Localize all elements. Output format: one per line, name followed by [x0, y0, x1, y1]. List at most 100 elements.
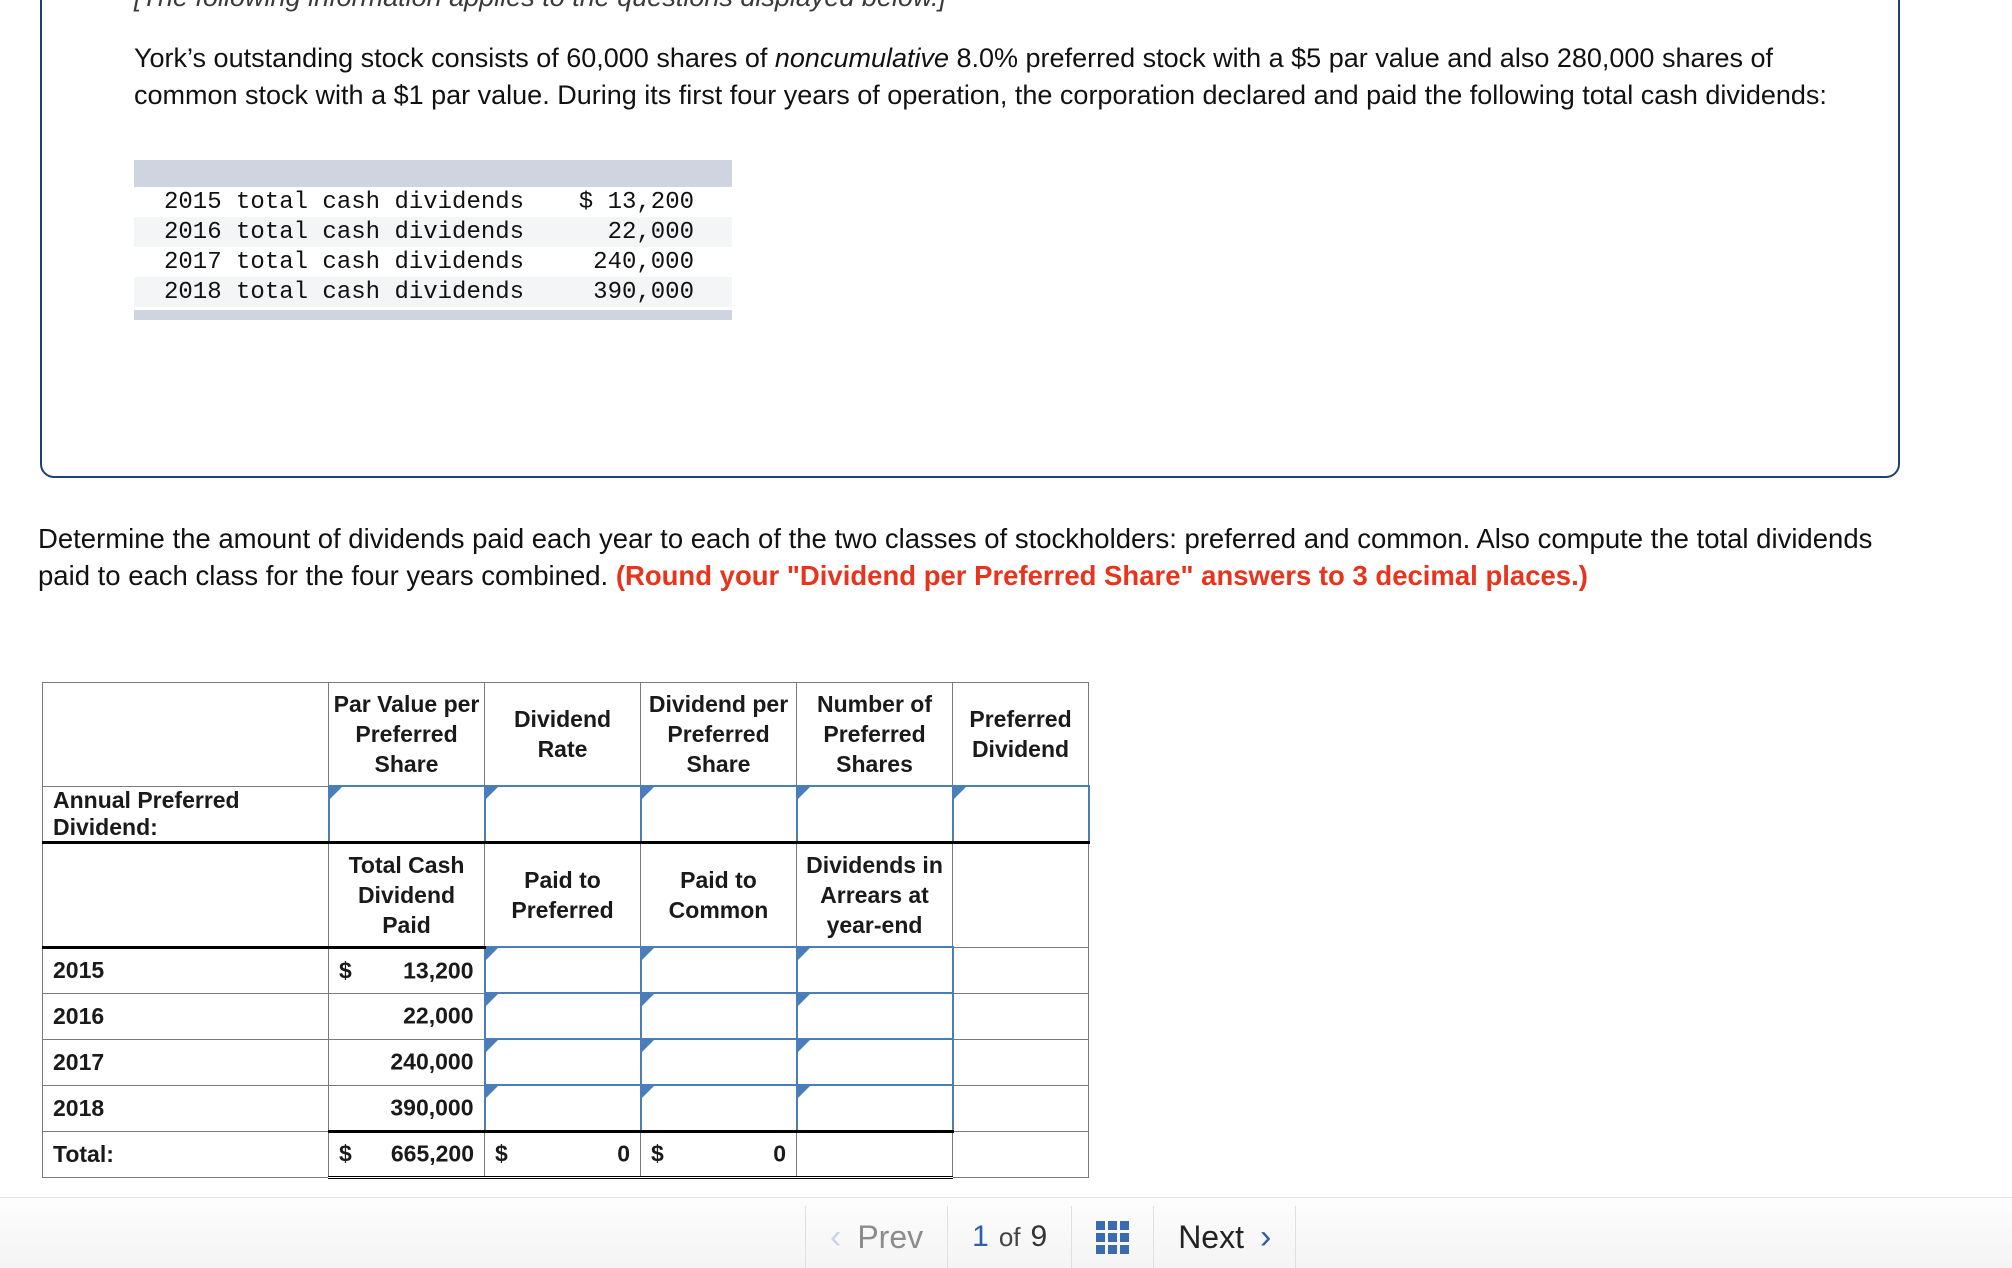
- input-arrears-2015[interactable]: [795, 946, 954, 994]
- input-paid-to-common-2016[interactable]: [639, 992, 798, 1040]
- dividend-row: 2018 total cash dividends 390,000: [134, 277, 732, 307]
- input-annual-dividend-rate[interactable]: [483, 785, 642, 843]
- input-annual-dividend-per-share[interactable]: [639, 785, 798, 843]
- dividend-row-value: 390,000: [593, 278, 694, 306]
- info-panel: [The following information applies to th…: [40, 0, 1900, 478]
- dividend-row-value: $ 13,200: [578, 188, 694, 216]
- header-preferred-dividend: Preferred Dividend: [952, 682, 1089, 787]
- dividend-row-value: 22,000: [607, 218, 694, 246]
- total-paid-to-common: $ 0: [640, 1129, 797, 1179]
- total-arrears: [796, 1129, 953, 1179]
- input-arrears-2016[interactable]: [795, 992, 954, 1040]
- input-paid-to-common-2015[interactable]: [639, 946, 798, 994]
- dividend-row-label: 2015 total cash dividends: [164, 188, 525, 216]
- dividend-row-label: 2016 total cash dividends: [164, 218, 525, 246]
- annual-preferred-dividend-row: Annual Preferred Dividend:: [42, 785, 1090, 843]
- input-arrears-2017[interactable]: [795, 1038, 954, 1086]
- table-cap-bottom: [134, 310, 732, 320]
- currency-symbol: $: [339, 957, 352, 983]
- prev-label: Prev: [857, 1218, 924, 1255]
- dividend-row-label: 2018 total cash dividends: [164, 278, 525, 306]
- spacer-cell-2015: [952, 946, 1089, 994]
- input-annual-par-value[interactable]: [327, 785, 486, 843]
- year-label-2018: 2018: [42, 1084, 329, 1132]
- currency-symbol: $: [339, 1140, 352, 1167]
- spacer-cell-total: [952, 1130, 1089, 1178]
- of-label: of: [998, 1222, 1021, 1252]
- amount-value: 13,200: [403, 957, 474, 983]
- annual-preferred-dividend-label: Annual Preferred Dividend:: [42, 785, 329, 843]
- header-dividend-per-preferred-share: Dividend per Preferred Share: [640, 682, 797, 787]
- total-pages-number: 9: [1030, 1220, 1048, 1253]
- dividend-row: 2015 total cash dividends $ 13,200: [134, 187, 732, 217]
- header-par-value-per-preferred-share: Par Value per Preferred Share: [328, 682, 485, 787]
- next-button[interactable]: Next ›: [1153, 1206, 1297, 1268]
- spacer-cell-2017: [952, 1038, 1089, 1086]
- header-paid-to-common: Paid to Common: [640, 840, 797, 948]
- input-arrears-2018[interactable]: [795, 1084, 954, 1132]
- table-total-row: Total: $ 665,200 $ 0 $ 0: [42, 1129, 1089, 1179]
- currency-symbol: $: [651, 1140, 664, 1167]
- dividends-summary-table: 2015 total cash dividends $ 13,200 2016 …: [134, 160, 732, 320]
- grid-icon: [1096, 1220, 1130, 1254]
- header-total-cash-dividend-paid: Total Cash Dividend Paid: [328, 840, 485, 948]
- currency-symbol: $: [495, 1140, 508, 1167]
- header-corner-cell-2: [42, 840, 329, 948]
- dividend-row-label: 2017 total cash dividends: [164, 248, 525, 276]
- amount-value: 390,000: [390, 1094, 474, 1120]
- applies-note: [The following information applies to th…: [134, 0, 946, 13]
- header-dividend-rate: Dividend Rate: [484, 682, 641, 787]
- amount-value: 0: [773, 1140, 786, 1167]
- input-annual-number-of-shares[interactable]: [795, 785, 954, 843]
- amount-value: 665,200: [390, 1140, 474, 1167]
- total-paid-to-preferred: $ 0: [484, 1129, 641, 1179]
- amount-value: 240,000: [390, 1048, 474, 1075]
- current-page-number: 1: [972, 1220, 989, 1253]
- page-indicator: 1 of 9: [947, 1206, 1073, 1268]
- year-label-2015: 2015: [42, 945, 329, 994]
- paragraph-italic-term: noncumulative: [774, 43, 949, 73]
- header-paid-to-preferred: Paid to Preferred: [484, 840, 641, 948]
- total-cash-dividend-2016: 22,000: [328, 992, 485, 1040]
- input-paid-to-common-2017[interactable]: [639, 1038, 798, 1086]
- table-row: 2017 240,000: [42, 1038, 1089, 1086]
- chevron-right-icon: ›: [1259, 1217, 1272, 1256]
- spacer-cell-2016: [952, 992, 1089, 1040]
- pagination-controls: ‹ Prev 1 of 9 Next ›: [805, 1206, 1297, 1268]
- total-cash-dividend-2018: 390,000: [328, 1084, 485, 1132]
- table-header-row-2: Total Cash Dividend Paid Paid to Preferr…: [42, 840, 1089, 948]
- table-row: 2015 $ 13,200: [42, 945, 1089, 994]
- dividend-row: 2017 total cash dividends 240,000: [134, 247, 732, 277]
- chevron-left-icon: ‹: [830, 1217, 842, 1256]
- year-label-2016: 2016: [42, 992, 329, 1040]
- dividend-answer-table: Par Value per Preferred Share Dividend R…: [42, 682, 1090, 1179]
- total-cash-dividend-2015: $ 13,200: [328, 945, 485, 994]
- header-number-of-preferred-shares: Number of Preferred Shares: [796, 682, 953, 787]
- header-corner-cell: [42, 682, 329, 787]
- prev-button[interactable]: ‹ Prev: [805, 1206, 949, 1268]
- table-row: 2016 22,000: [42, 992, 1089, 1040]
- spacer-cell-2018: [952, 1084, 1089, 1132]
- amount-value: 22,000: [403, 1002, 474, 1029]
- instruction-requirement: (Round your "Dividend per Preferred Shar…: [615, 560, 1588, 591]
- input-paid-to-preferred-2018[interactable]: [483, 1084, 642, 1132]
- total-label: Total:: [42, 1130, 329, 1178]
- year-label-2017: 2017: [42, 1038, 329, 1086]
- paragraph-part-1: York’s outstanding stock consists of 60,…: [134, 43, 775, 73]
- table-cap-top: [134, 160, 732, 187]
- table-row: 2018 390,000: [42, 1084, 1089, 1132]
- input-paid-to-preferred-2017[interactable]: [483, 1038, 642, 1086]
- question-grid-button[interactable]: [1071, 1206, 1155, 1268]
- input-annual-preferred-dividend[interactable]: [951, 785, 1090, 843]
- amount-value: 0: [617, 1140, 630, 1167]
- header-dividends-in-arrears: Dividends in Arrears at year-end: [796, 840, 953, 948]
- total-cash-dividend-2017: 240,000: [328, 1038, 485, 1086]
- header-blank-cell: [952, 840, 1089, 948]
- input-paid-to-common-2018[interactable]: [639, 1084, 798, 1132]
- input-paid-to-preferred-2016[interactable]: [483, 992, 642, 1040]
- scenario-paragraph: York’s outstanding stock consists of 60,…: [134, 40, 1854, 114]
- total-cash-dividend-sum: $ 665,200: [328, 1129, 485, 1179]
- instruction-text: Determine the amount of dividends paid e…: [38, 520, 1918, 594]
- input-paid-to-preferred-2015[interactable]: [483, 946, 642, 994]
- next-label: Next: [1178, 1218, 1244, 1255]
